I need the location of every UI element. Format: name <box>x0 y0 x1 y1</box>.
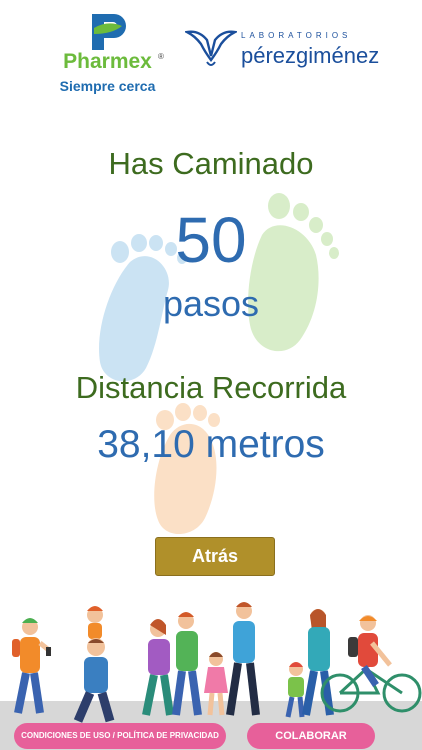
walked-title: Has Caminado <box>108 146 314 181</box>
back-button[interactable]: Atrás <box>155 537 275 576</box>
walking-people-illustration <box>12 602 422 723</box>
walker-person-3 <box>142 619 174 716</box>
steps-count: 50 <box>175 204 247 276</box>
bird-icon <box>185 30 237 66</box>
cyclist <box>320 615 422 713</box>
perez-gimenez-logo: LABORATORIOS pérezgiménez <box>185 24 395 74</box>
walker-person-2 <box>73 606 115 723</box>
pharmex-logo: Pharmex ® Siempre cerca <box>50 8 165 98</box>
collaborate-button[interactable]: COLABORAR <box>247 723 375 749</box>
steps-unit: pasos <box>162 283 260 324</box>
pharmex-name: Pharmex <box>63 50 152 73</box>
walker-person-5 <box>204 652 228 716</box>
perez-gimenez-name: pérezgiménez <box>241 43 380 68</box>
walker-person-7 <box>285 662 305 718</box>
walker-person-6 <box>226 602 260 716</box>
walker-person-1 <box>12 618 52 714</box>
pharmex-registered-mark: ® <box>158 52 164 61</box>
distance-value: 38,10 metros <box>97 423 325 466</box>
pharmex-p-icon <box>92 14 126 50</box>
pharmex-tagline: Siempre cerca <box>59 78 156 94</box>
distance-title: Distancia Recorrida <box>75 370 347 405</box>
laboratorios-label: LABORATORIOS <box>241 31 352 40</box>
conditions-privacy-button[interactable]: CONDICIONES DE USO / POLÍTICA DE PRIVACI… <box>14 723 226 749</box>
walker-person-8 <box>302 609 334 716</box>
walker-person-4 <box>172 612 202 716</box>
